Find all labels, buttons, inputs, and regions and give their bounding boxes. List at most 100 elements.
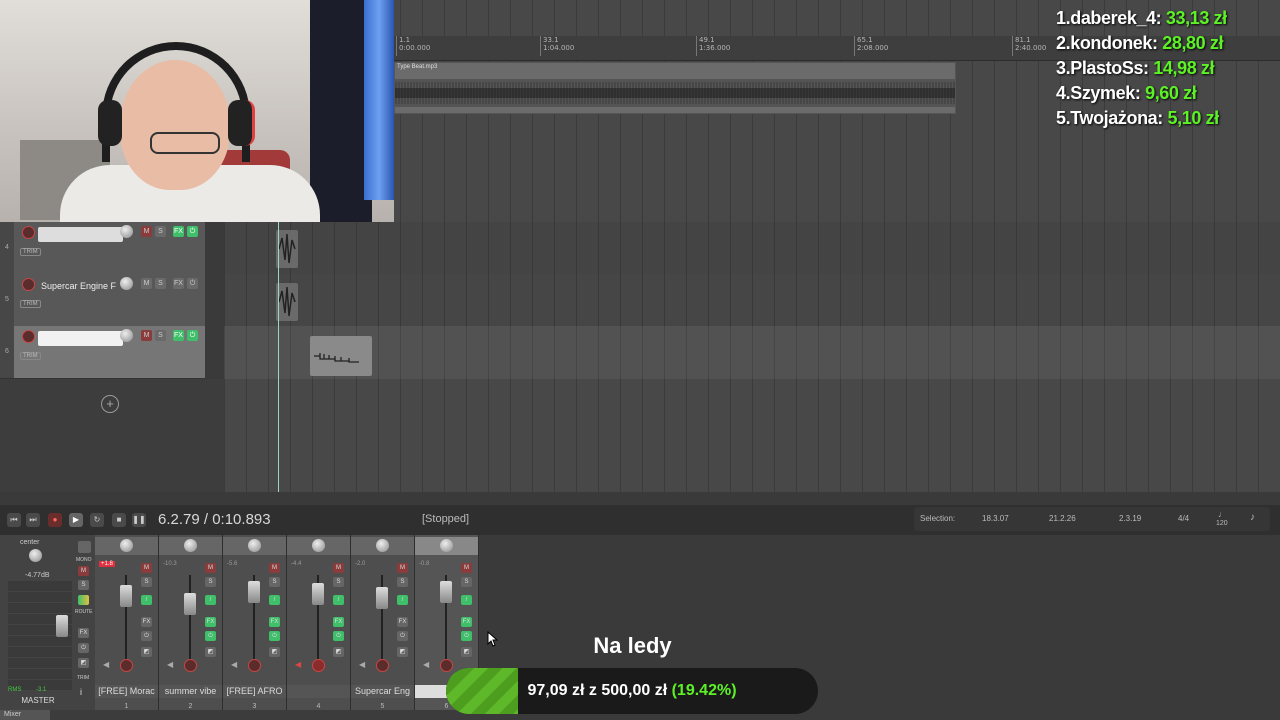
mute-button[interactable]: M (141, 278, 152, 289)
envelope-icon[interactable]: ◩ (397, 647, 408, 657)
track-lane-4[interactable] (224, 222, 1280, 274)
trim-button[interactable]: TRIM (20, 248, 41, 256)
mixer-strip-4[interactable]: -4.4 M S / FX ⏻ ◩ ◀ 4 (287, 535, 351, 710)
solo-button[interactable]: S (155, 330, 166, 341)
speaker-icon[interactable]: ◀ (359, 660, 365, 669)
fx-power-icon[interactable]: ⏻ (461, 631, 472, 641)
audio-clip-medium[interactable] (310, 336, 372, 376)
track-header-5[interactable]: 5 Supercar Engine F M S FX ⏻ TRIM (0, 274, 205, 327)
master-env-icon[interactable]: ◩ (78, 658, 89, 668)
fx-button[interactable]: FX (141, 617, 152, 627)
audio-clip-small[interactable] (276, 283, 298, 321)
track-name-field[interactable] (38, 331, 123, 346)
channel-fader[interactable] (376, 587, 388, 609)
envelope-icon[interactable]: ◩ (205, 647, 216, 657)
fx-power-icon[interactable]: ⏻ (205, 631, 216, 641)
fx-button[interactable]: FX (173, 278, 184, 289)
repeat-icon[interactable]: ↻ (90, 513, 104, 527)
note-icon[interactable]: ♪ (1250, 512, 1255, 523)
master-fader[interactable] (56, 615, 68, 637)
volume-knob[interactable] (120, 329, 133, 342)
solo-button[interactable]: S (141, 577, 152, 587)
master-pan-knob[interactable] (29, 549, 42, 562)
volume-knob[interactable] (120, 225, 133, 238)
fx-button[interactable]: FX (397, 617, 408, 627)
record-arm-button[interactable] (248, 659, 261, 672)
record-arm-button[interactable] (22, 278, 35, 291)
fx-power-icon[interactable]: ⏻ (187, 226, 198, 237)
speaker-icon[interactable]: ◀ (295, 660, 301, 669)
time-signature[interactable]: 4/4 (1178, 514, 1189, 523)
channel-name[interactable]: summer vibe (159, 685, 222, 698)
channel-name[interactable]: [FREE] Morac (95, 685, 158, 698)
go-to-start-icon[interactable]: ⏮ (7, 513, 21, 527)
mute-button[interactable]: M (205, 563, 216, 573)
record-arm-button[interactable] (22, 330, 35, 343)
master-mute-button[interactable]: M (78, 566, 89, 576)
channel-fader[interactable] (248, 581, 260, 603)
fx-power-icon[interactable]: ⏻ (141, 631, 152, 641)
solo-button[interactable]: S (333, 577, 344, 587)
fx-button[interactable]: FX (173, 330, 184, 341)
master-fx-power-icon[interactable]: ⏻ (78, 643, 89, 653)
channel-fader[interactable] (312, 583, 324, 605)
record-arm-button[interactable] (312, 659, 325, 672)
info-icon[interactable]: i (80, 687, 82, 697)
track-name-field[interactable]: Supercar Engine F (38, 279, 123, 294)
mixer-strip-2[interactable]: -10.3 M S / FX ⏻ ◩ ◀ summer vibe 2 (159, 535, 223, 710)
mixer-tab[interactable]: Mixer (0, 710, 50, 720)
pan-knob[interactable] (440, 539, 453, 552)
speaker-icon[interactable]: ◀ (231, 660, 237, 669)
audio-clip-small[interactable] (276, 230, 298, 268)
speaker-icon[interactable]: ◀ (167, 660, 173, 669)
selection-start[interactable]: 18.3.07 (982, 514, 1009, 523)
stop-button[interactable]: ■ (112, 513, 126, 527)
track-header-4[interactable]: 4 M S FX ⏻ TRIM (0, 222, 205, 275)
metronome-icon[interactable]: ♩ (1218, 509, 1227, 519)
record-arm-button[interactable] (22, 226, 35, 239)
track-lane-6[interactable] (224, 326, 1280, 379)
mute-button[interactable]: M (461, 563, 472, 573)
fx-button[interactable]: FX (205, 617, 216, 627)
fx-button[interactable]: FX (269, 617, 280, 627)
master-solo-button[interactable]: S (78, 580, 89, 590)
volume-knob[interactable] (120, 277, 133, 290)
envelope-icon[interactable]: ◩ (141, 647, 152, 657)
envelope-icon[interactable]: ◩ (333, 647, 344, 657)
mute-button[interactable]: M (269, 563, 280, 573)
speaker-icon[interactable]: ◀ (423, 660, 429, 669)
fx-button[interactable]: FX (333, 617, 344, 627)
solo-button[interactable]: S (205, 577, 216, 587)
track-lane-5[interactable] (224, 274, 1280, 326)
route-label[interactable]: ROUTE (75, 609, 93, 615)
add-track-icon[interactable]: + (101, 395, 119, 413)
fx-power-icon[interactable]: ⏻ (397, 631, 408, 641)
master-env-button[interactable] (78, 541, 91, 553)
fx-power-icon[interactable]: ⏻ (187, 278, 198, 289)
time-position[interactable]: 6.2.79 / 0:10.893 (158, 511, 271, 528)
record-arm-button[interactable] (376, 659, 389, 672)
pan-knob[interactable] (248, 539, 261, 552)
channel-fader[interactable] (184, 593, 196, 615)
tempo-value[interactable]: 120 (1216, 520, 1228, 527)
track-header-6[interactable]: 6 M S FX ⏻ TRIM (0, 326, 205, 379)
tcp-empty-area[interactable]: + (0, 379, 224, 492)
fx-button[interactable]: FX (173, 226, 184, 237)
channel-fader[interactable] (120, 585, 132, 607)
mute-button[interactable]: M (333, 563, 344, 573)
fx-power-icon[interactable]: ⏻ (187, 330, 198, 341)
mixer-strip-1[interactable]: +1.8 M S / FX ⏻ ◩ ◀ [FREE] Morac 1 (95, 535, 159, 710)
play-button[interactable]: ▶ (69, 513, 83, 527)
solo-button[interactable]: S (461, 577, 472, 587)
pan-knob[interactable] (120, 539, 133, 552)
selection-length[interactable]: 2.3.19 (1119, 514, 1141, 523)
master-volume-db[interactable]: -4.77dB (25, 572, 50, 579)
fx-power-icon[interactable]: ⏻ (269, 631, 280, 641)
record-button[interactable]: ● (48, 513, 62, 527)
mute-button[interactable]: M (141, 330, 152, 341)
trim-button[interactable]: TRIM (20, 352, 41, 360)
trim-button[interactable]: TRIM (20, 300, 41, 308)
envelope-icon[interactable]: ◩ (269, 647, 280, 657)
solo-button[interactable]: S (155, 226, 166, 237)
channel-name[interactable]: Supercar Eng (351, 685, 414, 698)
